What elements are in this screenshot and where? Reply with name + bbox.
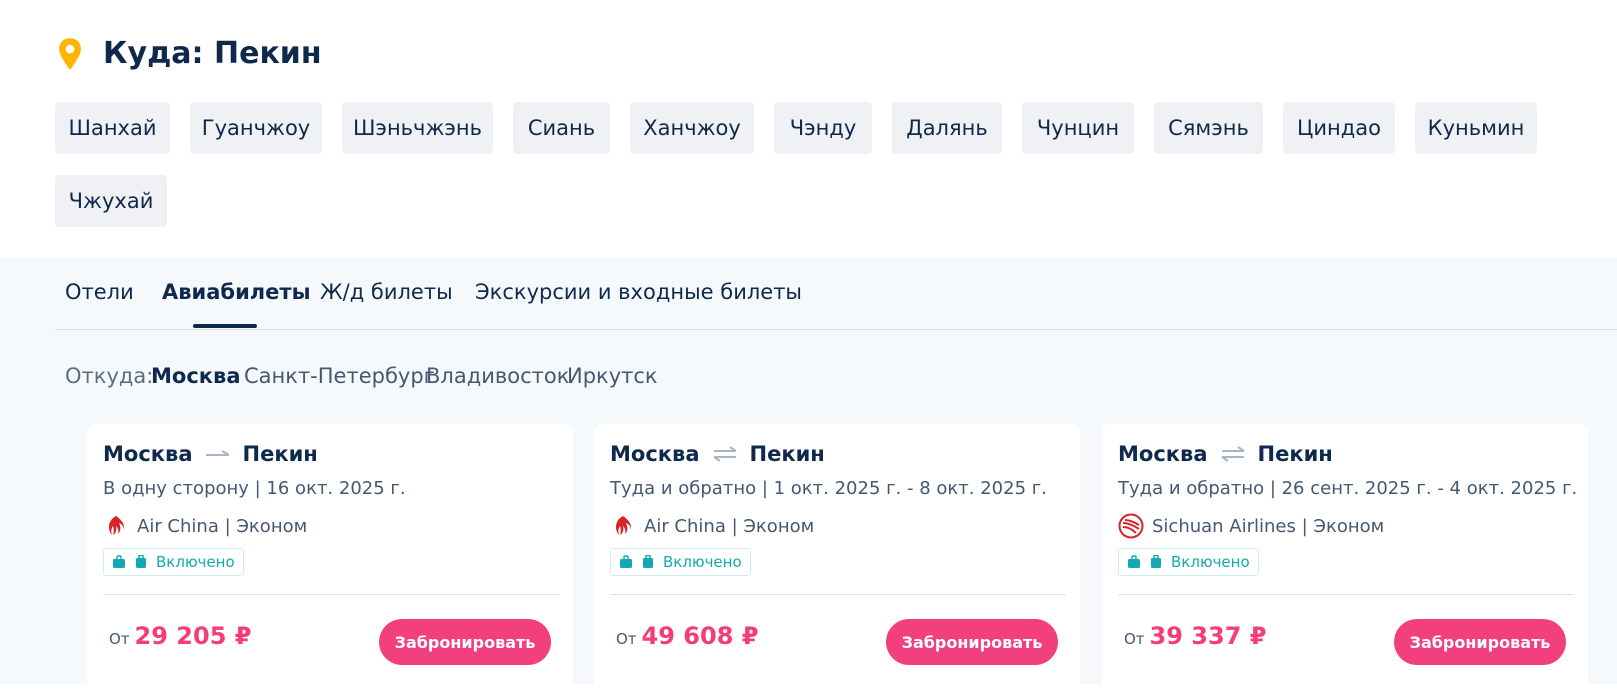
price: От 29 205 ₽	[109, 622, 251, 650]
price-amount: 39 337 ₽	[1149, 622, 1267, 650]
price-prefix: От	[616, 630, 637, 648]
book-button[interactable]: Забронировать	[886, 619, 1058, 665]
round-trip-arrows-icon	[712, 446, 737, 462]
destination-header: Куда: Пекин	[55, 36, 322, 71]
city-chip[interactable]: Чэнду	[774, 102, 872, 154]
carry-on-icon	[113, 555, 125, 568]
carry-on-icon	[1128, 555, 1140, 568]
city-chip[interactable]: Гуанчжоу	[190, 102, 322, 154]
tab-hotels[interactable]: Отели	[65, 280, 134, 304]
book-button[interactable]: Забронировать	[379, 619, 551, 665]
product-tabs: Отели Авиабилеты Ж/д билеты Экскурсии и …	[55, 258, 1617, 330]
price: От 39 337 ₽	[1124, 622, 1266, 650]
luggage-icon	[1151, 555, 1161, 568]
location-pin-icon	[59, 37, 81, 70]
luggage-icon	[136, 555, 146, 568]
one-way-arrow-icon	[205, 450, 229, 456]
price: От 49 608 ₽	[616, 622, 758, 650]
price-prefix: От	[1124, 630, 1145, 648]
tab-tours[interactable]: Экскурсии и входные билеты	[475, 280, 802, 304]
city-chip[interactable]: Сямэнь	[1154, 102, 1263, 154]
origin-filter-label: Откуда:	[65, 364, 154, 388]
route-to: Пекин	[242, 442, 318, 466]
carry-on-icon	[620, 555, 632, 568]
luggage-icon	[643, 555, 653, 568]
price-amount: 29 205 ₽	[134, 622, 252, 650]
flight-card[interactable]: Москва Пекин В одну сторону | 16 окт. 20…	[87, 424, 573, 694]
route-from: Москва	[103, 442, 193, 466]
city-chip[interactable]: Чжухай	[55, 175, 167, 227]
destination-section: Куда: Пекин Шанхай Гуанчжоу Шэньчжэнь Си…	[0, 0, 1617, 258]
flight-dates: Туда и обратно | 26 сент. 2025 г. - 4 ок…	[1118, 478, 1578, 499]
air-china-logo-icon	[616, 516, 632, 535]
airline-name: Air China | Эконом	[137, 515, 308, 537]
price-amount: 49 608 ₽	[641, 622, 759, 650]
route-to: Пекин	[1257, 442, 1333, 466]
baggage-badge: Включено	[103, 548, 244, 576]
city-chip[interactable]: Шэньчжэнь	[342, 102, 493, 154]
flight-card[interactable]: Москва Пекин Туда и обратно | 1 окт. 202…	[594, 424, 1080, 694]
sichuan-airlines-logo-icon	[1118, 513, 1144, 539]
route: Москва Пекин	[1118, 442, 1333, 466]
baggage-label: Включено	[663, 553, 742, 571]
tab-flights[interactable]: Авиабилеты	[162, 280, 311, 304]
origin-city-moscow[interactable]: Москва	[151, 364, 241, 388]
route-from: Москва	[610, 442, 700, 466]
city-chip[interactable]: Шанхай	[55, 102, 170, 154]
baggage-label: Включено	[1171, 553, 1250, 571]
products-panel: Отели Авиабилеты Ж/д билеты Экскурсии и …	[0, 258, 1617, 694]
card-divider	[610, 594, 1066, 595]
city-chip[interactable]: Куньмин	[1415, 102, 1537, 154]
city-chip[interactable]: Ханчжоу	[630, 102, 754, 154]
book-button[interactable]: Забронировать	[1394, 619, 1566, 665]
city-chip[interactable]: Циндао	[1283, 102, 1395, 154]
route: Москва Пекин	[610, 442, 825, 466]
city-chip[interactable]: Сиань	[513, 102, 610, 154]
flight-dates: В одну сторону | 16 окт. 2025 г.	[103, 478, 406, 499]
airline-info: Air China | Эконом	[610, 513, 814, 539]
airline-info: Air China | Эконом	[103, 513, 307, 539]
origin-city-vladivostok[interactable]: Владивосток	[426, 364, 569, 388]
tab-trains[interactable]: Ж/д билеты	[320, 280, 453, 304]
route: Москва Пекин	[103, 442, 318, 466]
flight-card[interactable]: Москва Пекин Туда и обратно | 26 сент. 2…	[1102, 424, 1588, 694]
baggage-badge: Включено	[1118, 548, 1259, 576]
card-divider	[1118, 594, 1574, 595]
airline-info: Sichuan Airlines | Эконом	[1118, 513, 1384, 539]
destination-title: Куда: Пекин	[103, 36, 322, 71]
baggage-label: Включено	[156, 553, 235, 571]
route-to: Пекин	[749, 442, 825, 466]
origin-city-irkutsk[interactable]: Иркутск	[567, 364, 658, 388]
airline-name: Sichuan Airlines | Эконом	[1152, 515, 1385, 537]
card-divider	[103, 594, 559, 595]
city-chip[interactable]: Чунцин	[1022, 102, 1134, 154]
flight-dates: Туда и обратно | 1 окт. 2025 г. - 8 окт.…	[610, 478, 1047, 499]
round-trip-arrows-icon	[1220, 446, 1245, 462]
baggage-badge: Включено	[610, 548, 751, 576]
city-chip[interactable]: Далянь	[892, 102, 1002, 154]
price-prefix: От	[109, 630, 130, 648]
origin-city-spb[interactable]: Санкт-Петербург	[244, 364, 435, 388]
active-tab-indicator	[193, 324, 257, 328]
route-from: Москва	[1118, 442, 1208, 466]
air-china-logo-icon	[109, 516, 125, 535]
airline-name: Air China | Эконом	[644, 515, 815, 537]
